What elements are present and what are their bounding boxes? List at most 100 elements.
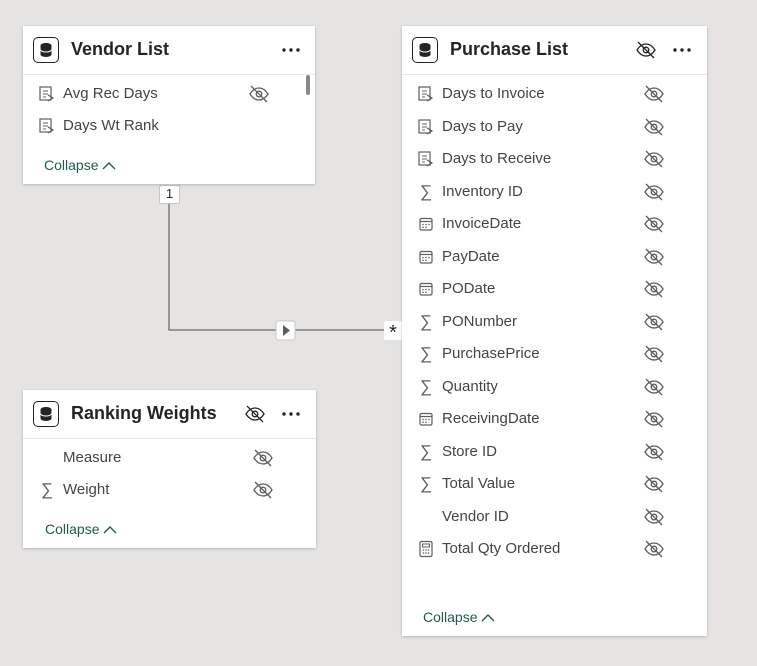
purchase-list-table-card[interactable]: Purchase List Days to Invoice Days to Pay… [402, 26, 707, 636]
cardinality-many-label: * [384, 321, 402, 344]
calendar-icon [417, 280, 435, 298]
field-row[interactable]: ∑ Store ID [402, 438, 707, 466]
calc-measure-icon [417, 150, 435, 168]
hidden-eye-icon[interactable] [642, 539, 666, 559]
collapse-label: Collapse [44, 157, 99, 173]
field-label: Weight [63, 481, 110, 498]
field-label: Avg Rec Days [63, 85, 158, 102]
field-label: Total Value [442, 475, 516, 492]
sigma-icon: ∑ [419, 311, 433, 331]
field-label: PurchasePrice [442, 345, 540, 362]
sigma-icon: ∑ [419, 474, 433, 493]
field-row[interactable]: ∑ Weight [23, 476, 316, 504]
hidden-eye-icon[interactable] [251, 448, 275, 468]
field-label: Vendor ID [442, 507, 509, 525]
field-row[interactable]: ReceivingDate [402, 405, 707, 433]
calendar-icon [417, 248, 435, 266]
vendor-list-table-card[interactable]: Vendor List Avg Rec Days Days Wt Rank Co… [23, 26, 315, 184]
sigma-icon: ∑ [419, 181, 433, 201]
field-label: PayDate [442, 247, 500, 265]
field-row[interactable]: Days to Invoice [402, 80, 707, 108]
field-label: PODate [442, 280, 496, 297]
collapse-label: Collapse [45, 521, 100, 537]
field-row[interactable]: Days Wt Rank [23, 112, 315, 140]
chevron-up-icon [481, 613, 495, 621]
hidden-eye-icon[interactable] [247, 84, 271, 104]
scrollbar[interactable] [306, 75, 310, 95]
table-title: Vendor List [71, 39, 170, 59]
more-options-button[interactable] [279, 38, 303, 62]
field-row[interactable]: ∑ PurchasePrice [402, 340, 707, 368]
more-options-button[interactable] [279, 402, 303, 426]
collapse-label: Collapse [423, 609, 478, 625]
field-label: Days to Receive [442, 150, 552, 167]
field-label: Quantity [442, 377, 498, 395]
hidden-eye-icon[interactable] [642, 149, 666, 169]
sigma-icon: ∑ [40, 480, 54, 499]
field-row[interactable]: PayDate [402, 243, 707, 271]
field-label: InvoiceDate [442, 215, 522, 232]
collapse-button[interactable]: Collapse [423, 609, 495, 625]
sigma-icon: ∑ [419, 376, 433, 396]
table-title: Ranking Weights [71, 403, 217, 423]
field-label: Measure [63, 449, 122, 466]
hidden-eye-icon[interactable] [642, 507, 666, 527]
chevron-up-icon [102, 161, 116, 169]
field-row[interactable]: InvoiceDate [402, 210, 707, 238]
hidden-eye-icon[interactable] [642, 84, 666, 104]
crossfilter-direction-icon [275, 320, 296, 341]
collapse-button[interactable]: Collapse [44, 157, 116, 173]
hidden-eye-icon[interactable] [642, 442, 666, 462]
table-title: Purchase List [450, 39, 569, 59]
field-row[interactable]: Days to Receive [402, 145, 707, 173]
field-row[interactable]: Days to Pay [402, 113, 707, 141]
hidden-eye-icon[interactable] [251, 480, 275, 500]
hidden-eye-icon[interactable] [642, 214, 666, 234]
hidden-eye-icon[interactable] [642, 474, 666, 494]
field-label: Days to Pay [442, 117, 523, 135]
hidden-eye-icon[interactable] [635, 40, 657, 60]
table-header[interactable]: Purchase List [402, 26, 707, 75]
hidden-eye-icon[interactable] [244, 404, 266, 424]
chevron-up-icon [103, 525, 117, 533]
calendar-icon [417, 410, 435, 428]
field-label: Days Wt Rank [63, 117, 159, 134]
hidden-eye-icon[interactable] [642, 377, 666, 397]
field-row[interactable]: ∑ Inventory ID [402, 178, 707, 206]
field-label: Total Qty Ordered [442, 540, 561, 557]
calendar-icon [417, 215, 435, 233]
sigma-icon: ∑ [419, 441, 433, 461]
field-row[interactable]: ∑ Quantity [402, 373, 707, 401]
calc-measure-icon [417, 118, 435, 136]
database-icon [33, 37, 59, 63]
sigma-icon: ∑ [419, 344, 433, 363]
calculator-icon [417, 540, 435, 558]
hidden-eye-icon[interactable] [642, 117, 666, 137]
field-row[interactable]: PODate [402, 275, 707, 303]
ranking-weights-table-card[interactable]: Ranking Weights Measure ∑ Weight Collaps… [23, 390, 316, 548]
field-row[interactable]: Avg Rec Days [23, 80, 315, 108]
field-label: ReceivingDate [442, 410, 540, 427]
table-header[interactable]: Ranking Weights [23, 390, 316, 439]
field-row[interactable]: Total Qty Ordered [402, 535, 707, 563]
field-label: Days to Invoice [442, 85, 545, 102]
collapse-button[interactable]: Collapse [45, 521, 117, 537]
more-options-button[interactable] [670, 38, 694, 62]
field-row[interactable]: ∑ PONumber [402, 308, 707, 336]
field-row[interactable]: Measure [23, 444, 316, 472]
hidden-eye-icon[interactable] [642, 312, 666, 332]
hidden-eye-icon[interactable] [642, 182, 666, 202]
hidden-eye-icon[interactable] [642, 279, 666, 299]
hidden-eye-icon[interactable] [642, 344, 666, 364]
field-label: PONumber [442, 312, 518, 330]
calc-measure-icon [38, 85, 56, 103]
field-row[interactable]: ∑ Total Value [402, 470, 707, 498]
field-row[interactable]: Vendor ID [402, 503, 707, 531]
hidden-eye-icon[interactable] [642, 409, 666, 429]
hidden-eye-icon[interactable] [642, 247, 666, 267]
cardinality-one-label: 1 [159, 185, 180, 204]
database-icon [412, 37, 438, 63]
table-header[interactable]: Vendor List [23, 26, 315, 75]
field-label: Inventory ID [442, 182, 523, 200]
calc-measure-icon [38, 117, 56, 135]
